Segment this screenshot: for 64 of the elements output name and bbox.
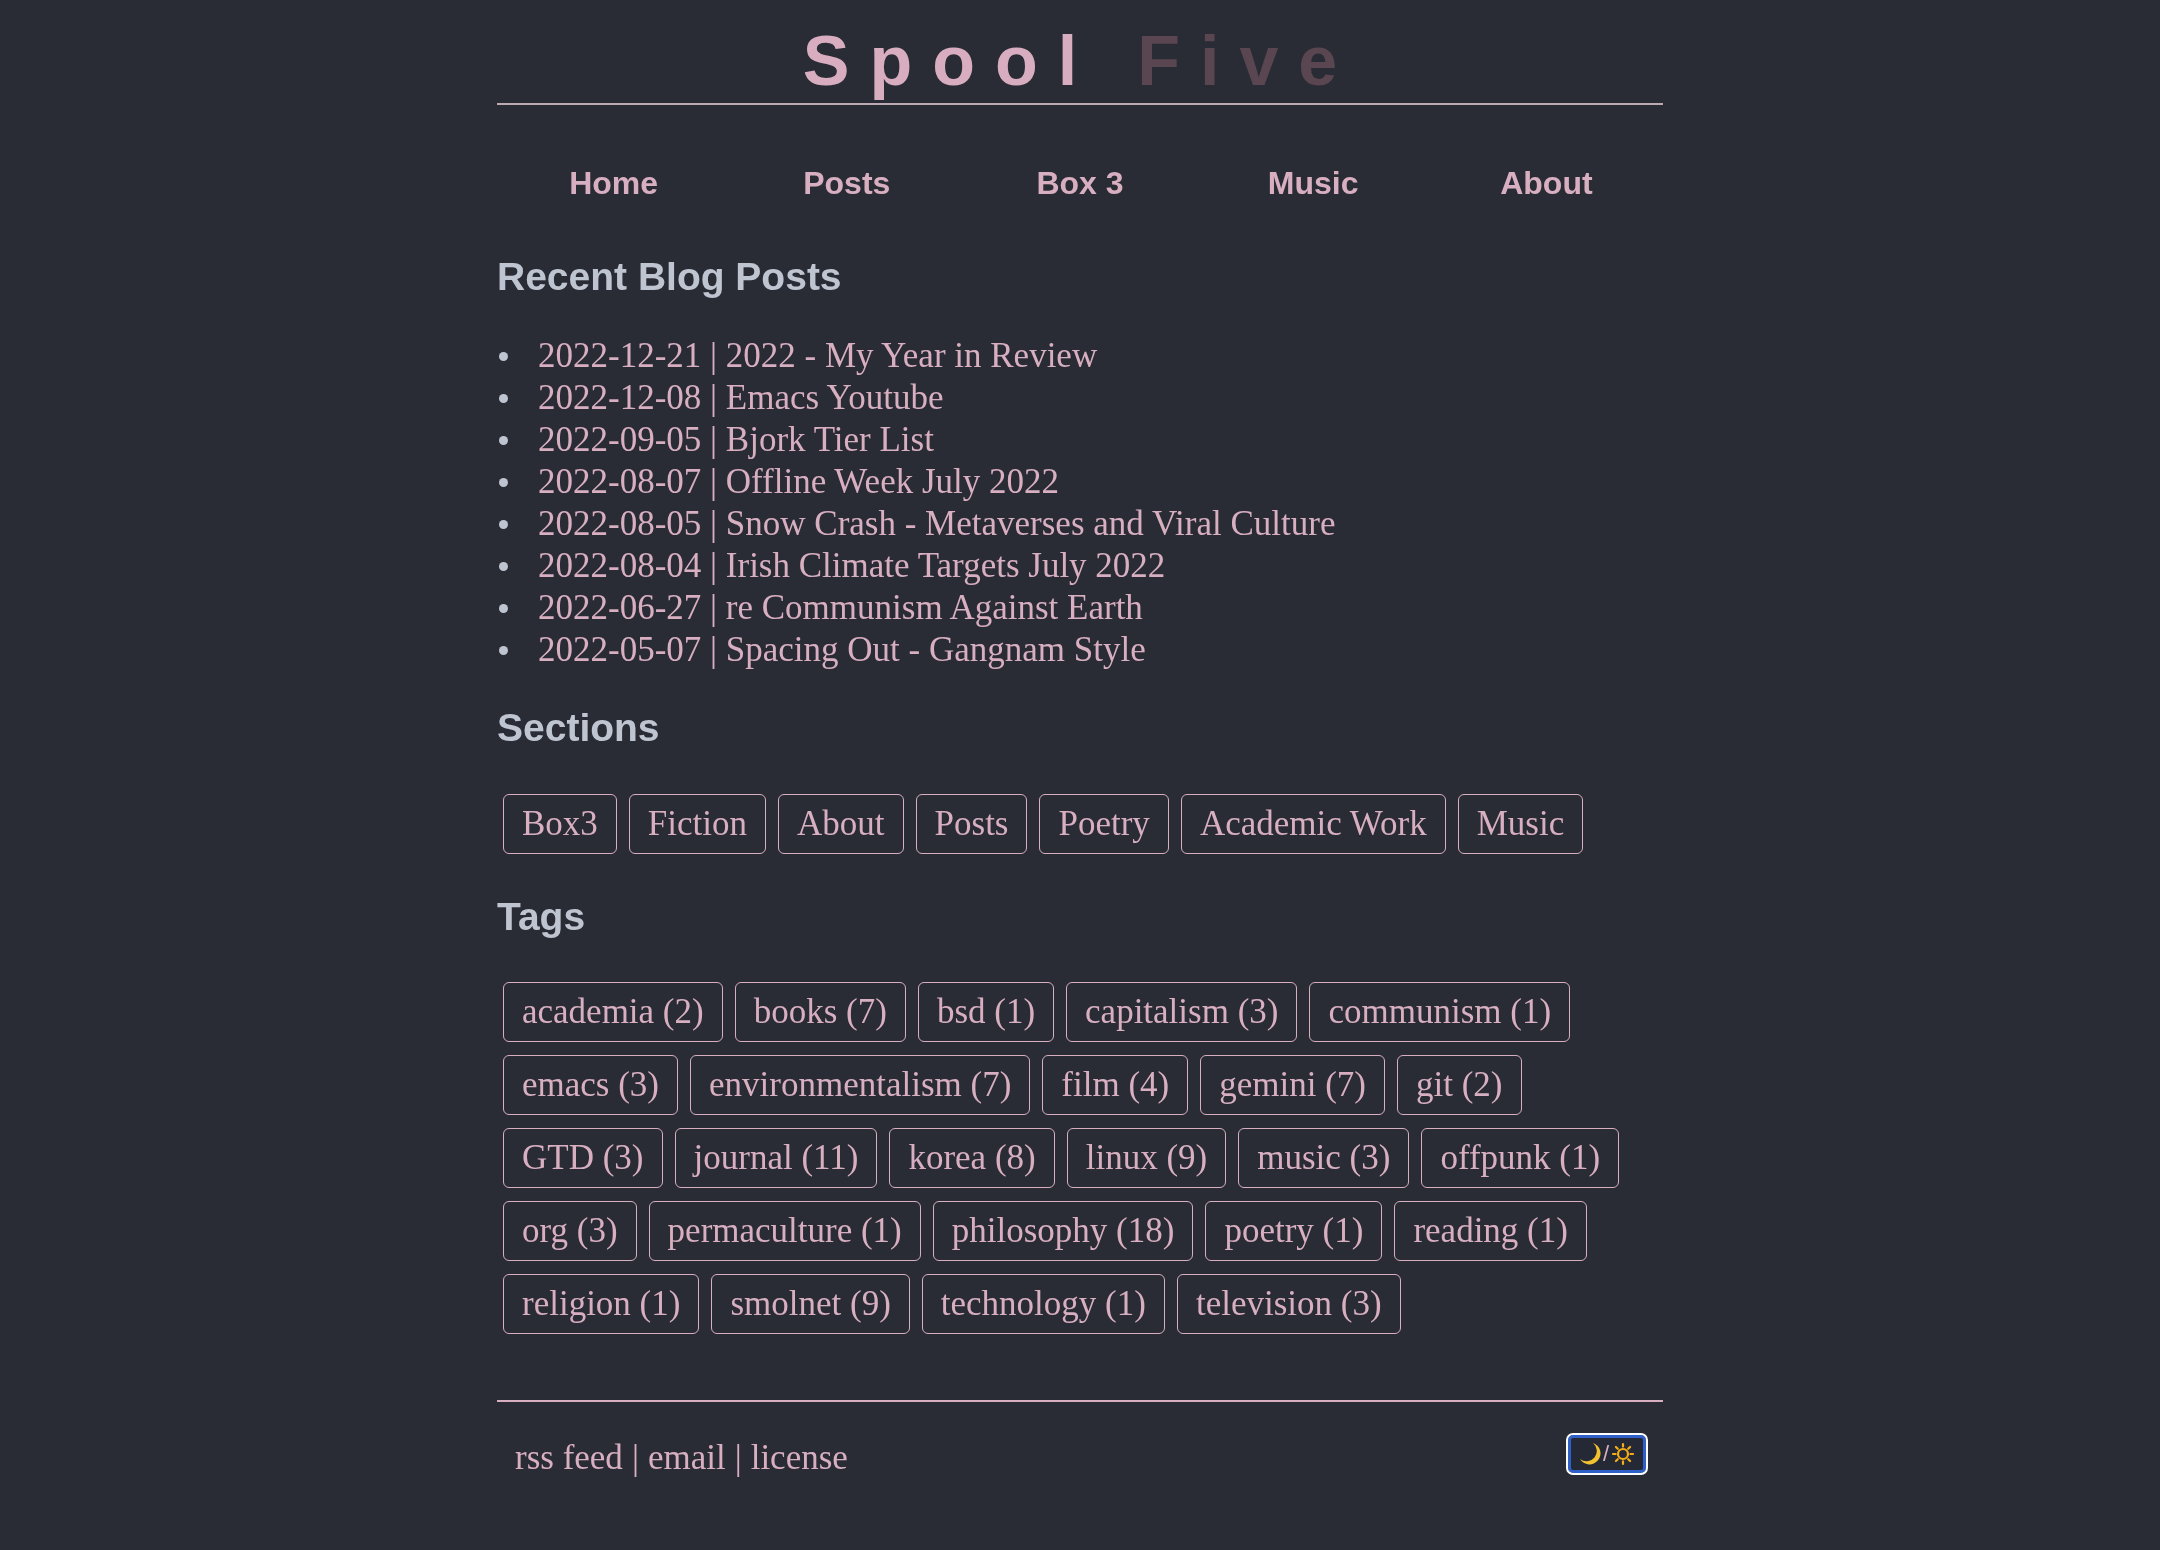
post-link[interactable]: 2022-08-05 | Snow Crash - Metaverses and Viral Culture (538, 503, 1336, 545)
moon-icon (1578, 1442, 1601, 1466)
tag-link[interactable]: poetry (1) (1205, 1201, 1383, 1261)
post-link[interactable]: 2022-12-08 | Emacs Youtube (538, 377, 944, 419)
bullet-icon (499, 561, 508, 571)
bullet-icon (499, 645, 508, 655)
tag-link[interactable]: television (3) (1176, 1274, 1401, 1334)
post-link[interactable]: 2022-08-07 | Offline Week July 2022 (538, 461, 1060, 503)
footer-link[interactable]: rss feed (515, 1437, 623, 1479)
post-link[interactable]: 2022-05-07 | Spacing Out - Gangnam Style (538, 629, 1146, 671)
nav-link[interactable]: Posts (803, 163, 891, 203)
nav-link[interactable]: About (1500, 163, 1593, 203)
separator-text: | (631, 1437, 639, 1479)
section-link[interactable]: About (778, 794, 904, 854)
section-heading: Sections (497, 705, 660, 751)
section-link[interactable]: Music (1457, 794, 1584, 854)
section-link[interactable]: Fiction (628, 794, 767, 854)
post-link[interactable]: 2022-06-27 | re Communism Against Earth (538, 587, 1143, 629)
tag-link[interactable]: emacs (3) (503, 1055, 678, 1115)
bullet-icon (499, 603, 508, 613)
nav-link[interactable]: Box 3 (1036, 163, 1124, 203)
tag-link[interactable]: gemini (7) (1200, 1055, 1385, 1115)
tag-link[interactable]: korea (8) (889, 1128, 1055, 1188)
tag-link[interactable]: academia (2) (503, 982, 723, 1042)
tag-link[interactable]: environmentalism (7) (690, 1055, 1031, 1115)
tag-link[interactable]: capitalism (3) (1066, 982, 1298, 1042)
tag-link[interactable]: philosophy (18) (932, 1201, 1194, 1261)
tag-link[interactable]: git (2) (1397, 1055, 1522, 1115)
tag-link[interactable]: smolnet (9) (711, 1274, 910, 1334)
footer-link[interactable]: email (647, 1437, 726, 1479)
section-link[interactable]: Posts (915, 794, 1028, 854)
nav-link[interactable]: Home (569, 163, 659, 203)
tag-link[interactable]: books (7) (734, 982, 906, 1042)
theme-toggle-button[interactable]: / (1566, 1433, 1648, 1475)
tag-link[interactable]: bsd (1) (917, 982, 1055, 1042)
tag-link[interactable]: religion (1) (503, 1274, 700, 1334)
tag-link[interactable]: reading (1) (1394, 1201, 1587, 1261)
tag-link[interactable]: music (3) (1238, 1128, 1410, 1188)
bullet-icon (499, 351, 508, 361)
section-link[interactable]: Box3 (503, 794, 617, 854)
section-heading: Tags (497, 894, 586, 940)
tag-link[interactable]: communism (1) (1309, 982, 1571, 1042)
tag-link[interactable]: linux (9) (1066, 1128, 1227, 1188)
post-link[interactable]: 2022-12-21 | 2022 - My Year in Review (538, 335, 1098, 377)
tag-link[interactable]: film (4) (1042, 1055, 1189, 1115)
bullet-icon (499, 435, 508, 445)
section-link[interactable]: Poetry (1039, 794, 1169, 854)
tag-link[interactable]: org (3) (503, 1201, 637, 1261)
section-heading: Recent Blog Posts (497, 254, 842, 300)
tag-link[interactable]: offpunk (1) (1421, 1128, 1620, 1188)
bullet-icon (499, 393, 508, 403)
section-link[interactable]: Academic Work (1180, 794, 1446, 854)
footer-link[interactable]: license (750, 1437, 848, 1479)
tag-link[interactable]: GTD (3) (503, 1128, 663, 1188)
nav-link[interactable]: Music (1267, 163, 1359, 203)
post-link[interactable]: 2022-08-04 | Irish Climate Targets July 2022 (538, 545, 1166, 587)
bullet-icon (499, 519, 508, 529)
post-link[interactable]: 2022-09-05 | Bjork Tier List (538, 419, 934, 461)
tag-link[interactable]: permaculture (1) (648, 1201, 921, 1261)
tag-link[interactable]: technology (1) (921, 1274, 1165, 1334)
sun-icon (1611, 1442, 1636, 1466)
bullet-icon (499, 477, 508, 487)
tag-link[interactable]: journal (11) (674, 1128, 878, 1188)
separator-text: | (734, 1437, 742, 1479)
